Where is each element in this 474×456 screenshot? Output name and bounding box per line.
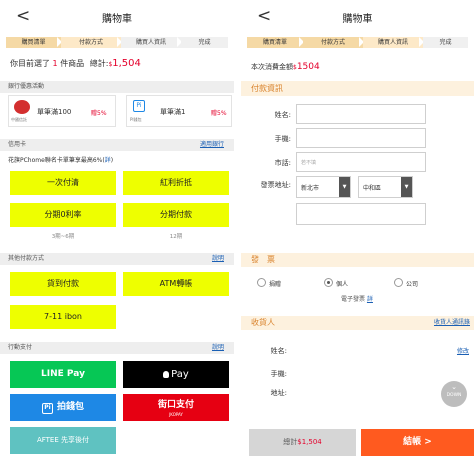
phone-label: 手機: [274,135,291,143]
step-done: 完成 [423,37,468,48]
promo-title: 單筆滿1 [160,108,186,116]
summary-mid: 件商品 [60,59,85,68]
receiver-name-label: 姓名: [270,347,287,355]
page-title: 購物車 [342,14,373,25]
receiver-edit-link[interactable]: 修改 [457,346,469,355]
page-title: 購物車 [102,14,132,25]
promo-badge: 贈5% [91,110,107,117]
landline-label: 市話: [274,159,291,167]
checkout-steps: 購買清單 付款方式 購買人資訊 完成 [247,37,468,48]
bonus-points-button[interactable]: 紅利折抵 [123,171,229,195]
cart-summary: 你目前選了 1 件商品 總計:$1,504 [0,57,234,71]
credit-promo: 花旗PChome聯名卡單筆享最高6%(詳) [8,157,114,164]
installment-range: 12期 [169,234,183,240]
receiver-address-label: 地址: [270,389,287,397]
chevron-down-icon: ▼ [339,177,350,197]
atm-transfer-button[interactable]: ATM轉帳 [123,272,229,296]
cash-on-delivery-button[interactable]: 貨到付款 [10,272,116,296]
mobile-payment-info-link[interactable]: 說明 [212,342,224,354]
step-cart: 購買清單 [247,37,304,48]
receiver-header: 收貨人 收貨人通訊錄 [241,316,474,330]
phone-field[interactable] [296,128,426,148]
landline-field[interactable]: 若不填 [296,152,426,172]
item-count: 1 [52,59,58,68]
applicable-banks-link[interactable]: 適用銀行 [200,139,224,151]
apple-logo-icon [163,371,170,378]
pi-logo-icon: Pi [133,100,145,112]
amount-label: 本次消費金額 [251,63,293,71]
ctbc-logo-icon [14,100,30,114]
city-select[interactable]: 新北市 ▼ [296,176,351,198]
chevron-down-icon: ▼ [401,177,412,197]
jko-sub-label: JKOPAY [169,412,183,417]
invoice-address-label: 發票地址: [260,181,291,189]
jko-pay-button[interactable]: 街口支付 JKOPAY [123,394,229,421]
name-label: 姓名: [274,111,291,119]
payment-info-header: 付款資訊 [241,81,474,96]
scroll-down-label: DOWN [446,393,462,398]
ibon-button[interactable]: 7-11 ibon [10,305,116,329]
summary-total: 1,504 [112,58,141,69]
step-done: 完成 [181,37,228,48]
receiver-phone-label: 手機: [270,370,287,378]
bank-promo-card-pi[interactable]: Pi PI錢包 單筆滿1 贈5% [126,95,232,127]
line-pay-button[interactable]: LINE Pay [10,361,116,388]
step-buyer-info: 購買人資訊 [363,37,424,48]
buyer-info-screen: < 購物車 購買清單 付款方式 購買人資訊 完成 本次消費金額$1504 付款資… [241,0,474,456]
bank-name: PI錢包 [130,117,142,122]
invoice-donate-label: 捐贈 [269,281,282,288]
bank-promo-header: 銀行優惠活動 [0,81,234,93]
payment-method-screen: < 購物車 購買清單 付款方式 購買人資訊 完成 你目前選了 1 件商品 總計:… [0,0,234,456]
summary-total-label: 總計: [89,59,109,68]
district-value: 中和區 [363,185,382,192]
city-value: 新北市 [301,185,320,192]
chevron-down-icon: ⌄ [451,383,457,391]
header: < 購物車 [241,0,474,36]
bank-name: 中國信託 [11,117,27,122]
credit-promo-link[interactable]: 詳 [105,157,111,164]
installment-range: 3期~6期 [51,234,75,240]
step-buyer-info: 購買人資訊 [121,37,182,48]
other-payment-info-link[interactable]: 說明 [212,253,224,265]
credit-card-header: 信用卡 適用銀行 [0,139,234,151]
receiver-address-book-link[interactable]: 收貨人通訊錄 [434,316,470,330]
einvoice-detail-link[interactable]: 詳 [367,296,373,303]
summary-prefix: 你目前選了 [10,59,50,68]
zero-interest-installment-button[interactable]: 分期0利率 [10,203,116,227]
promo-title: 單筆滿100 [37,108,72,116]
bottom-total: 總計$1,504 [249,429,356,456]
step-payment: 付款方式 [303,37,364,48]
other-payment-header: 其他付款方式 說明 [0,253,234,265]
invoice-personal-label: 個人 [336,281,349,288]
step-payment: 付款方式 [61,37,122,48]
aftee-button[interactable]: AFTEE 先享後付 [10,427,116,454]
bottom-total-value: $1,504 [297,438,322,446]
step-cart: 購買清單 [6,37,62,48]
address-detail-field[interactable] [296,203,426,225]
promo-badge: 贈5% [211,110,227,117]
landline-placeholder: 若不填 [301,160,317,166]
installment-button[interactable]: 分期付款 [123,203,229,227]
invoice-personal-radio[interactable] [324,278,333,287]
checkout-button[interactable]: 結帳 > [361,429,474,456]
bank-promo-card-ctbc[interactable]: 中國信託 單筆滿100 贈5% [8,95,116,127]
invoice-company-radio[interactable] [394,278,403,287]
invoice-donate-radio[interactable] [257,278,266,287]
checkout-steps: 購買清單 付款方式 購買人資訊 完成 [6,37,228,48]
mobile-payment-header: 行動支付 說明 [0,342,234,354]
invoice-company-label: 公司 [406,281,419,288]
scroll-down-button[interactable]: ⌄ DOWN [441,381,467,407]
name-field[interactable] [296,104,426,124]
pi-wallet-button[interactable]: Pi 拍錢包 [10,394,116,421]
district-select[interactable]: 中和區 ▼ [358,176,413,198]
pay-full-button[interactable]: 一次付清 [10,171,116,195]
invoice-header: 發 票 [241,253,474,267]
header: < 購物車 [0,0,234,36]
einvoice-row: 電子發票 詳 [341,296,373,303]
pi-logo-icon: Pi [41,403,53,414]
amount-value: 1504 [296,62,320,72]
amount-summary: 本次消費金額$1504 [241,60,474,74]
apple-pay-button[interactable]: Pay [123,361,229,388]
